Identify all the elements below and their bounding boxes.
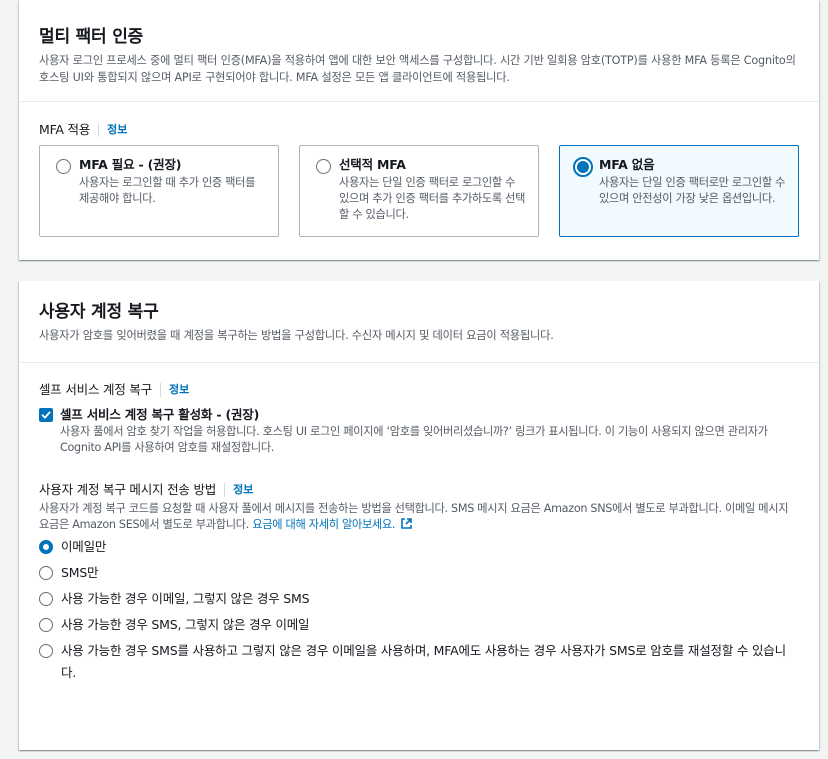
self-service-info-link[interactable]: 정보 — [160, 383, 189, 397]
recovery-description: 사용자가 암호를 잊어버렸을 때 계정을 복구하는 방법을 구성합니다. 수신자… — [39, 329, 554, 342]
self-service-checkbox-label: 셀프 서비스 계정 복구 활성화 - (권장) — [60, 407, 260, 422]
option-label: 이메일만 — [61, 539, 107, 554]
sms-then-email-radio[interactable] — [39, 618, 53, 632]
self-service-label-row: 셀프 서비스 계정 복구 정보 — [39, 381, 799, 399]
delivery-label-row: 사용자 계정 복구 메시지 전송 방법 정보 — [39, 481, 799, 499]
recovery-title: 사용자 계정 복구 — [39, 302, 159, 322]
tile-mfa-required[interactable]: MFA 필요 - (권장) 사용자는 로그인할 때 추가 인증 팩터를 제공해야… — [39, 145, 279, 237]
mfa-required-radio[interactable] — [56, 159, 71, 174]
mfa-header: 멀티 팩터 인증 사용자 로그인 프로세스 중에 멀티 팩터 인증(MFA)을 … — [19, 0, 819, 102]
tile-mfa-optional[interactable]: 선택적 MFA 사용자는 단일 인증 팩터로 로그인할 수 있으며 추가 인증 … — [299, 145, 539, 237]
delivery-method-label: 사용자 계정 복구 메시지 전송 방법 — [39, 482, 217, 497]
mfa-optional-radio[interactable] — [316, 159, 331, 174]
sms-mfa-radio[interactable] — [39, 644, 53, 658]
mfa-options: MFA 필요 - (권장) 사용자는 로그인할 때 추가 인증 팩터를 제공해야… — [39, 145, 799, 237]
no-mfa-radio[interactable] — [573, 157, 593, 177]
mfa-info-link[interactable]: 정보 — [98, 123, 127, 137]
recovery-header: 사용자 계정 복구 사용자가 암호를 잊어버렸을 때 계정을 복구하는 방법을 … — [19, 281, 819, 363]
tile-description: 사용자는 로그인할 때 추가 인증 팩터를 제공해야 합니다. — [79, 176, 256, 205]
delivery-option-sms-then-email[interactable]: 사용 가능한 경우 SMS, 그렇지 않은 경우 이메일 — [39, 614, 799, 636]
sms-only-radio[interactable] — [39, 566, 53, 580]
mfa-title: 멀티 팩터 인증 — [39, 27, 144, 47]
mfa-enforcement-label: MFA 적용 — [39, 122, 91, 137]
delivery-option-email-only[interactable]: 이메일만 — [39, 536, 799, 558]
pricing-link-label[interactable]: 요금에 대해 자세히 알아보세요. — [252, 518, 395, 531]
tile-no-mfa[interactable]: MFA 없음 사용자는 단일 인증 팩터로만 로그인할 수 있으며 안전성이 가… — [559, 145, 799, 237]
delivery-description-text: 사용자가 계정 복구 코드를 요청할 때 사용자 풀에서 메시지를 전송하는 방… — [39, 502, 789, 531]
tile-description: 사용자는 단일 인증 팩터로만 로그인할 수 있으며 안전성이 가장 낮은 옵션… — [599, 176, 786, 205]
delivery-option-sms-only[interactable]: SMS만 — [39, 562, 799, 584]
email-only-radio[interactable] — [39, 540, 53, 554]
option-label: SMS만 — [61, 565, 99, 580]
account-recovery-panel: 사용자 계정 복구 사용자가 암호를 잊어버렸을 때 계정을 복구하는 방법을 … — [19, 281, 819, 750]
option-label: 사용 가능한 경우 SMS, 그렇지 않은 경우 이메일 — [61, 617, 310, 632]
tile-title: MFA 없음 — [599, 157, 655, 172]
tile-description: 사용자는 단일 인증 팩터로 로그인할 수 있으며 추가 인증 팩터를 추가하도… — [339, 176, 526, 221]
self-service-checkbox-description: 사용자 풀에서 암호 찾기 작업을 허용합니다. 호스팅 UI 로그인 페이지에… — [60, 425, 768, 454]
option-label: 사용 가능한 경우 이메일, 그렇지 않은 경우 SMS — [61, 591, 310, 606]
delivery-info-link[interactable]: 정보 — [224, 483, 253, 497]
delivery-option-email-then-sms[interactable]: 사용 가능한 경우 이메일, 그렇지 않은 경우 SMS — [39, 588, 799, 610]
tile-title: MFA 필요 - (권장) — [79, 157, 182, 172]
option-label: 사용 가능한 경우 SMS를 사용하고 그렇지 않은 경우 이메일을 사용하며,… — [61, 643, 786, 680]
mfa-enforcement-label-row: MFA 적용 정보 — [39, 121, 799, 139]
delivery-description: 사용자가 계정 복구 코드를 요청할 때 사용자 풀에서 메시지를 전송하는 방… — [39, 501, 799, 533]
mfa-panel: 멀티 팩터 인증 사용자 로그인 프로세스 중에 멀티 팩터 인증(MFA)을 … — [19, 0, 819, 260]
tile-title: 선택적 MFA — [339, 157, 406, 172]
check-icon — [41, 411, 51, 419]
self-service-checkbox[interactable] — [39, 408, 53, 422]
delivery-options: 이메일만 SMS만 사용 가능한 경우 이메일, 그렇지 않은 경우 SMS 사… — [39, 536, 799, 684]
self-service-label: 셀프 서비스 계정 복구 — [39, 382, 153, 397]
pricing-link[interactable]: 요금에 대해 자세히 알아보세요. — [252, 518, 413, 531]
mfa-description: 사용자 로그인 프로세스 중에 멀티 팩터 인증(MFA)을 적용하여 앱에 대… — [39, 54, 796, 84]
external-link-icon[interactable] — [400, 517, 413, 530]
delivery-option-sms-mfa[interactable]: 사용 가능한 경우 SMS를 사용하고 그렇지 않은 경우 이메일을 사용하며,… — [39, 640, 799, 684]
self-service-checkbox-row[interactable]: 셀프 서비스 계정 복구 활성화 - (권장) 사용자 풀에서 암호 찾기 작업… — [39, 406, 799, 456]
email-then-sms-radio[interactable] — [39, 592, 53, 606]
